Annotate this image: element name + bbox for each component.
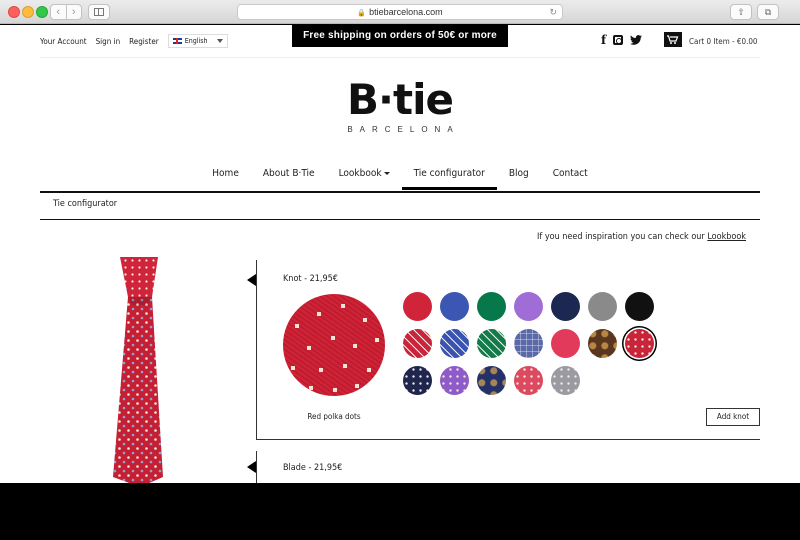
window-backdrop: [0, 483, 800, 540]
web-page: Your Account Sign in Register English Fr…: [0, 25, 800, 483]
your-account-link[interactable]: Your Account: [40, 37, 87, 46]
blade-panel: Blade - 21,95€: [247, 451, 760, 483]
breadcrumb: Tie configurator: [53, 199, 118, 209]
inspiration-note: If you need inspiration you can check ou…: [537, 232, 746, 242]
swatch-red[interactable]: [403, 292, 432, 321]
instagram-icon[interactable]: [613, 35, 624, 45]
lock-icon: 🔒: [357, 10, 367, 17]
sign-in-link[interactable]: Sign in: [96, 37, 121, 46]
language-select[interactable]: English: [167, 34, 228, 48]
sidebar-icon: [94, 8, 104, 16]
main-navigation: Home About B·Tie Lookbook Tie configurat…: [0, 167, 800, 190]
swatch-lilac[interactable]: [514, 292, 543, 321]
swatch-blue[interactable]: [440, 292, 469, 321]
nav-about[interactable]: About B·Tie: [251, 167, 327, 189]
swatch-grey-dots[interactable]: [551, 366, 580, 395]
nav-home[interactable]: Home: [200, 167, 251, 189]
swatch-pink-dots[interactable]: [514, 366, 543, 395]
sidebar-toggle-button[interactable]: [88, 4, 110, 20]
nav-contact[interactable]: Contact: [541, 167, 600, 189]
swatch-green[interactable]: [477, 292, 506, 321]
promo-banner: Free shipping on orders of 50€ or more: [292, 25, 508, 47]
url-text: btiebarcelona.com: [369, 7, 443, 17]
cart-icon[interactable]: [664, 32, 682, 47]
tie-preview-image: [113, 257, 163, 483]
nav-lookbook[interactable]: Lookbook: [327, 167, 402, 189]
nav-blog[interactable]: Blog: [497, 167, 541, 189]
triangle-left-icon: [247, 461, 256, 473]
swatch-red-dots[interactable]: [625, 329, 654, 358]
minimize-window-button[interactable]: [22, 6, 34, 18]
language-label: English: [184, 37, 208, 45]
knot-title: Knot - 21,95€: [283, 274, 338, 284]
swatch-blue-stripes[interactable]: [440, 329, 469, 358]
uk-flag-icon: [172, 38, 182, 44]
inspiration-text: If you need inspiration you can check ou…: [537, 232, 705, 242]
swatch-navy-dots[interactable]: [403, 366, 432, 395]
swatch-purple-dots[interactable]: [440, 366, 469, 395]
swatch-black[interactable]: [625, 292, 654, 321]
zoom-window-button[interactable]: [36, 6, 48, 18]
address-bar[interactable]: 🔒 btiebarcelona.com ↻: [237, 4, 563, 20]
chevron-down-icon: [216, 39, 223, 43]
logo-subtitle: BARCELONA: [347, 125, 460, 134]
close-window-button[interactable]: [8, 6, 20, 18]
browser-toolbar: ‹ › 🔒 btiebarcelona.com ↻ ⇧ ⧉: [0, 0, 800, 24]
blade-title: Blade - 21,95€: [283, 463, 343, 473]
social-links: f: [601, 34, 643, 46]
nav-tie-configurator[interactable]: Tie configurator: [401, 167, 498, 190]
add-knot-button[interactable]: Add knot: [706, 408, 760, 426]
divider: [40, 219, 760, 220]
swatch-navy[interactable]: [551, 292, 580, 321]
register-link[interactable]: Register: [129, 37, 159, 46]
fabric-swatch-grid: [403, 292, 654, 395]
twitter-icon[interactable]: [630, 35, 643, 45]
triangle-left-icon: [247, 274, 256, 286]
swatch-grey[interactable]: [588, 292, 617, 321]
swatch-check[interactable]: [514, 329, 543, 358]
cart-summary[interactable]: Cart 0 Item - €0.00: [689, 37, 758, 46]
lookbook-link[interactable]: Lookbook: [707, 232, 746, 242]
back-icon[interactable]: ‹: [51, 5, 66, 19]
reload-icon[interactable]: ↻: [549, 5, 557, 19]
share-button[interactable]: ⇧: [730, 4, 752, 20]
selected-fabric-name: Red polka dots: [307, 412, 361, 421]
logo-wordmark: B·tie: [347, 75, 454, 124]
forward-icon[interactable]: ›: [65, 5, 82, 19]
swatch-pink[interactable]: [551, 329, 580, 358]
chevron-down-icon: [383, 171, 390, 175]
divider: [40, 57, 760, 58]
knot-panel: Knot - 21,95€ Red polka dots Add knot: [247, 260, 760, 440]
divider: [40, 191, 760, 193]
history-nav: ‹ ›: [50, 4, 82, 20]
tabs-overview-button[interactable]: ⧉: [757, 4, 779, 20]
swatch-green-stripes[interactable]: [477, 329, 506, 358]
nav-lookbook-label: Lookbook: [338, 168, 382, 179]
swatch-navy-paisley[interactable]: [477, 366, 506, 395]
account-links: Your Account Sign in Register English: [40, 34, 228, 48]
facebook-icon[interactable]: f: [601, 34, 606, 46]
swatch-red-stripes[interactable]: [403, 329, 432, 358]
swatch-brown-paisley[interactable]: [588, 329, 617, 358]
site-logo[interactable]: B·tie BARCELONA: [300, 75, 500, 135]
knot-fabric-preview: [283, 294, 385, 396]
